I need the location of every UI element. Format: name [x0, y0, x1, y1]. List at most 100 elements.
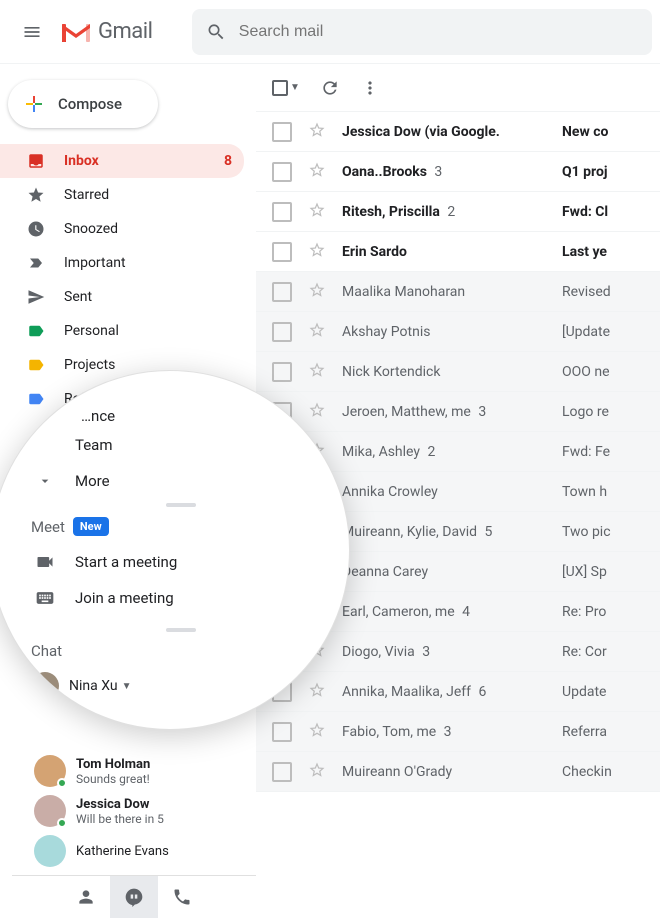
sidebar-item-personal[interactable]: Personal — [0, 314, 244, 348]
sender: Earl, Cameron, me 4 — [342, 604, 562, 620]
star-button[interactable] — [308, 321, 326, 343]
compose-label: Compose — [58, 95, 122, 113]
sender: Erin Sardo — [342, 244, 562, 260]
row-checkbox[interactable] — [272, 722, 292, 742]
sidebar-item-inbox[interactable]: Inbox 8 — [0, 144, 244, 178]
chevron-down-icon — [31, 473, 59, 489]
avatar — [34, 835, 66, 867]
star-button[interactable] — [308, 281, 326, 303]
sidebar-item-snoozed[interactable]: Snoozed — [0, 212, 244, 246]
sidebar-item-team[interactable]: Team — [31, 427, 331, 463]
row-checkbox[interactable] — [272, 762, 292, 782]
subject: [UX] Sp — [562, 564, 660, 580]
refresh-button[interactable] — [320, 78, 340, 98]
nav-label: Inbox — [64, 153, 99, 169]
email-row[interactable]: Fabio, Tom, me 3Referra — [256, 712, 660, 752]
presence-dot — [57, 778, 67, 788]
nav-label: Sent — [64, 289, 92, 305]
person-icon — [76, 887, 96, 907]
mail-toolbar: ▼ — [256, 64, 660, 112]
email-row[interactable]: Akshay Potnis[Update — [256, 312, 660, 352]
subject: Revised — [562, 284, 660, 300]
row-checkbox[interactable] — [272, 242, 292, 262]
row-checkbox[interactable] — [272, 202, 292, 222]
main-menu-button[interactable] — [8, 8, 56, 56]
avatar — [34, 755, 66, 787]
sidebar-item-starred[interactable]: Starred — [0, 178, 244, 212]
phone-tab[interactable] — [158, 876, 206, 918]
email-row[interactable]: Oana..Brooks 3Q1 proj — [256, 152, 660, 192]
thread-count: 3 — [431, 164, 442, 180]
hangouts-icon — [124, 887, 144, 907]
nav-label: Personal — [64, 323, 119, 339]
star-icon — [26, 186, 46, 204]
subject: Re: Pro — [562, 604, 660, 620]
row-checkbox[interactable] — [272, 362, 292, 382]
sidebar-item-sent[interactable]: Sent — [0, 280, 244, 314]
subject: Referra — [562, 724, 660, 740]
star-button[interactable] — [308, 121, 326, 143]
chat-contact[interactable]: Katherine Evans — [12, 831, 256, 871]
label-blue-icon — [26, 390, 46, 408]
subject: Town h — [562, 484, 660, 500]
more-button[interactable] — [360, 78, 380, 98]
star-button[interactable] — [308, 361, 326, 383]
contacts-tab[interactable] — [62, 876, 110, 918]
badge: 8 — [224, 153, 232, 169]
thread-count: 4 — [459, 604, 470, 620]
search-bar[interactable] — [192, 9, 652, 55]
chat-contact[interactable]: Jessica Dow Will be there in 5 — [12, 791, 256, 831]
start-meeting-button[interactable]: Start a meeting — [31, 544, 331, 580]
subject: Fwd: Fe — [562, 444, 660, 460]
subject: [Update — [562, 324, 660, 340]
email-row[interactable]: Jeroen, Matthew, me 3Logo re — [256, 392, 660, 432]
subject: Fwd: Cl — [562, 204, 660, 220]
sidebar-item-more[interactable]: More — [31, 463, 331, 499]
presence-dot — [57, 818, 67, 828]
join-meeting-button[interactable]: Join a meeting — [31, 580, 331, 616]
label-text: Team — [75, 436, 113, 454]
search-input[interactable] — [239, 23, 638, 41]
chat-contact[interactable]: Tom Holman Sounds great! — [12, 751, 256, 791]
meet-magnifier-callout: …nce Team More Meet New Start a meeting — [0, 370, 350, 730]
select-all[interactable]: ▼ — [272, 80, 300, 96]
star-button[interactable] — [308, 721, 326, 743]
chat-name: Nina Xu — [69, 678, 118, 694]
hangouts-tab[interactable] — [110, 876, 158, 918]
email-row[interactable]: Nick KortendickOOO ne — [256, 352, 660, 392]
chat-snippet: Will be there in 5 — [76, 812, 164, 826]
email-row[interactable]: Ritesh, Priscilla 2Fwd: Cl — [256, 192, 660, 232]
email-row[interactable]: Jessica Dow (via Google.New co — [256, 112, 660, 152]
row-checkbox[interactable] — [272, 162, 292, 182]
sender: Akshay Potnis — [342, 324, 562, 340]
star-button[interactable] — [308, 761, 326, 783]
row-checkbox[interactable] — [272, 322, 292, 342]
sidebar-item-important[interactable]: Important — [0, 246, 244, 280]
email-row[interactable]: Erin SardoLast ye — [256, 232, 660, 272]
sender: Fabio, Tom, me 3 — [342, 724, 562, 740]
star-button[interactable] — [308, 241, 326, 263]
star-button[interactable] — [308, 201, 326, 223]
star-button[interactable] — [308, 681, 326, 703]
chat-name: Jessica Dow — [76, 797, 164, 812]
chat-section-header: Chat — [31, 632, 331, 668]
star-button[interactable] — [308, 161, 326, 183]
dropdown-caret-icon[interactable]: ▼ — [122, 681, 132, 692]
sender: Muireann O'Grady — [342, 764, 562, 780]
email-row[interactable]: Maalika ManoharanRevised — [256, 272, 660, 312]
email-row[interactable]: Muireann O'GradyCheckin — [256, 752, 660, 792]
subject: Last ye — [562, 244, 660, 260]
email-row[interactable]: Annika, Maalika, Jeff 6Update — [256, 672, 660, 712]
compose-button[interactable]: Compose — [8, 80, 158, 128]
star-button[interactable] — [308, 401, 326, 423]
sender: Oana..Brooks 3 — [342, 164, 562, 180]
subject: OOO ne — [562, 364, 660, 380]
chat-snippet: Sounds great! — [76, 772, 150, 786]
row-checkbox[interactable] — [272, 282, 292, 302]
subject: Update — [562, 684, 660, 700]
gmail-logo[interactable]: Gmail — [60, 19, 152, 44]
sender: Diogo, Vivia 3 — [342, 644, 562, 660]
dropdown-caret-icon: ▼ — [290, 82, 300, 93]
sender: Nick Kortendick — [342, 364, 562, 380]
row-checkbox[interactable] — [272, 122, 292, 142]
